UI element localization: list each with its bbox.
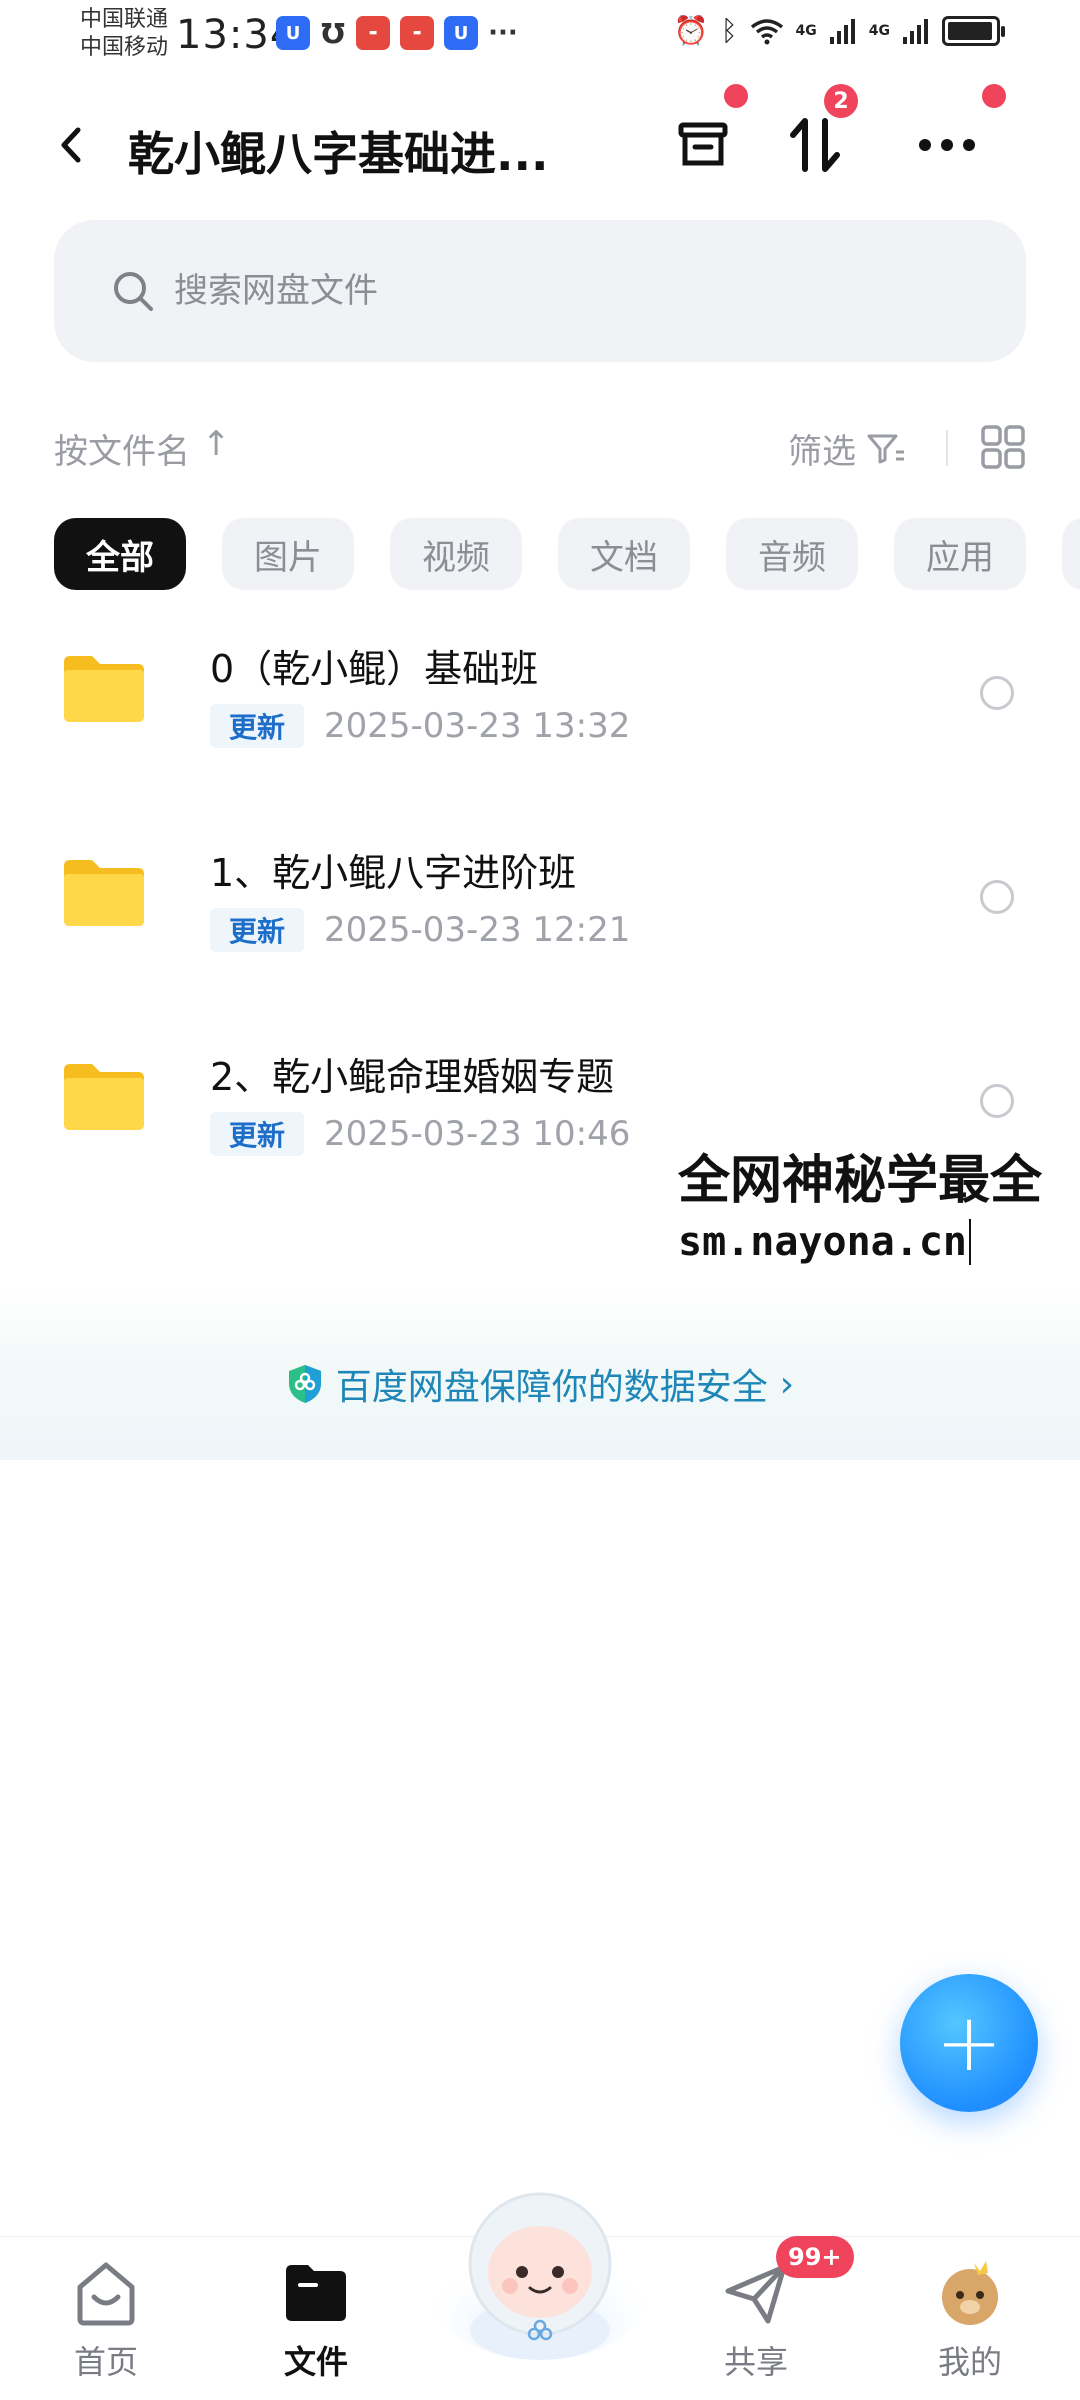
up-down-arrows-icon: [790, 118, 840, 172]
updated-tag: 更新: [210, 704, 304, 748]
system-icons: ⏰ ᛒ 4G 4G: [673, 14, 1005, 47]
file-date: 2025-03-23 10:46: [324, 1114, 631, 1154]
filter-label: 筛选: [788, 432, 856, 472]
grid-view-icon[interactable]: [980, 424, 1026, 470]
sort-toolbar: 按文件名 ↑ 筛选: [54, 418, 1026, 478]
select-checkbox[interactable]: [980, 676, 1014, 710]
nav-home-label: 首页: [73, 2343, 138, 2381]
nav-me-label: 我的: [937, 2343, 1002, 2381]
app-header: 乾小鲲八字基础进... 2: [0, 84, 1080, 190]
transfer-button[interactable]: [780, 110, 850, 180]
updated-tag: 更新: [210, 1112, 304, 1156]
signal-icon: [903, 18, 928, 44]
watermark-line-2: sm.nayona.cn: [678, 1219, 971, 1265]
filter-icon: [867, 434, 904, 463]
chip-documents[interactable]: 文档: [558, 518, 690, 590]
folder-icon: [64, 656, 144, 722]
recycle-bin-button[interactable]: [668, 110, 738, 180]
nav-home[interactable]: 首页: [36, 2257, 176, 2397]
app-notification-icon: U: [276, 16, 310, 50]
network-type-1: 4G: [795, 22, 817, 39]
select-checkbox[interactable]: [980, 880, 1014, 914]
chip-videos[interactable]: 视频: [390, 518, 522, 590]
page-title: 乾小鲲八字基础进...: [128, 127, 549, 181]
file-name: 0（乾小鲲）基础班: [210, 647, 539, 691]
file-type-filter-chips: 全部 图片 视频 文档 音频 应用: [54, 518, 1080, 590]
archive-box-icon: [678, 122, 728, 166]
status-bar: 中国联通 中国移动 13:34 U Ʊ ▬ ▬ U ··· ⏰ ᛒ 4G 4G: [0, 0, 1080, 70]
app-notification-icon: ▬: [400, 16, 434, 50]
sort-ascending-icon[interactable]: ↑: [202, 424, 231, 464]
signal-icon: [829, 18, 855, 44]
chevron-left-icon[interactable]: [48, 120, 98, 170]
security-banner: 百度网盘保障你的数据安全 ›: [0, 1290, 1080, 1460]
add-button[interactable]: +: [900, 1974, 1038, 2112]
chip-more[interactable]: [1062, 518, 1080, 590]
share-count-badge: 99+: [776, 2236, 854, 2278]
carrier-2: 中国移动: [80, 35, 169, 60]
home-icon: [77, 2262, 135, 2326]
notification-dot: [982, 84, 1006, 108]
bluetooth-icon: ᛒ: [720, 14, 738, 47]
updated-tag: 更新: [210, 908, 304, 952]
folder-icon: [64, 1064, 144, 1130]
nav-me[interactable]: 我的: [900, 2257, 1040, 2397]
battery-icon: [942, 15, 1005, 46]
file-name: 1、乾小鲲八字进阶班: [210, 851, 577, 895]
file-name: 2、乾小鲲命理婚姻专题: [210, 1055, 615, 1099]
nav-files[interactable]: 文件: [246, 2257, 386, 2397]
more-horizontal-icon: [919, 139, 975, 151]
file-date: 2025-03-23 12:21: [324, 910, 631, 950]
carrier-1: 中国联通: [80, 7, 169, 32]
shield-icon: [288, 1365, 321, 1403]
sort-by-name-button[interactable]: 按文件名: [54, 424, 190, 473]
search-input[interactable]: [174, 264, 974, 318]
watermark-overlay: 全网神秘学最全 sm.nayona.cn: [672, 1134, 1080, 1269]
file-list-item[interactable]: 1、乾小鲲八字进阶班 更新 2025-03-23 12:21: [0, 822, 1080, 992]
search-bar[interactable]: [54, 220, 1026, 362]
nav-files-label: 文件: [283, 2343, 348, 2381]
notification-icons: U Ʊ ▬ ▬ U ···: [276, 16, 518, 50]
filter-button[interactable]: 筛选: [788, 424, 906, 473]
transfer-count-badge: 2: [824, 84, 858, 118]
select-checkbox[interactable]: [980, 1084, 1014, 1118]
app-notification-icon: ▬: [356, 16, 390, 50]
chevron-right-icon: ›: [779, 1363, 795, 1405]
carrier-info: 中国联通 中国移动: [80, 6, 168, 62]
divider: [946, 430, 948, 466]
chip-images[interactable]: 图片: [222, 518, 354, 590]
nav-share[interactable]: 共享: [686, 2257, 826, 2397]
security-link[interactable]: 百度网盘保障你的数据安全 ›: [0, 1358, 1080, 1410]
nav-share-label: 共享: [723, 2343, 788, 2381]
app-notification-icon: U: [444, 16, 478, 50]
app-notification-icon: Ʊ: [321, 16, 345, 50]
more-notifications-icon: ···: [488, 18, 518, 48]
chip-apps[interactable]: 应用: [894, 518, 1026, 590]
wifi-icon: [750, 18, 783, 44]
mascot-icon[interactable]: [430, 2180, 650, 2360]
chip-audio[interactable]: 音频: [726, 518, 858, 590]
folder-icon: [64, 860, 144, 926]
security-text: 百度网盘保障你的数据安全: [335, 1367, 768, 1408]
more-button[interactable]: [912, 110, 982, 180]
search-icon: [114, 272, 153, 311]
watermark-line-1: 全网神秘学最全: [678, 1151, 1043, 1211]
chip-all[interactable]: 全部: [54, 518, 186, 590]
folder-icon: [286, 2265, 346, 2321]
file-date: 2025-03-23 13:32: [324, 706, 631, 746]
avatar-icon: [942, 2261, 998, 2325]
file-list-item[interactable]: 0（乾小鲲）基础班 更新 2025-03-23 13:32: [0, 618, 1080, 788]
network-type-2: 4G: [868, 22, 890, 39]
notification-dot: [724, 84, 748, 108]
alarm-icon: ⏰: [673, 14, 709, 47]
